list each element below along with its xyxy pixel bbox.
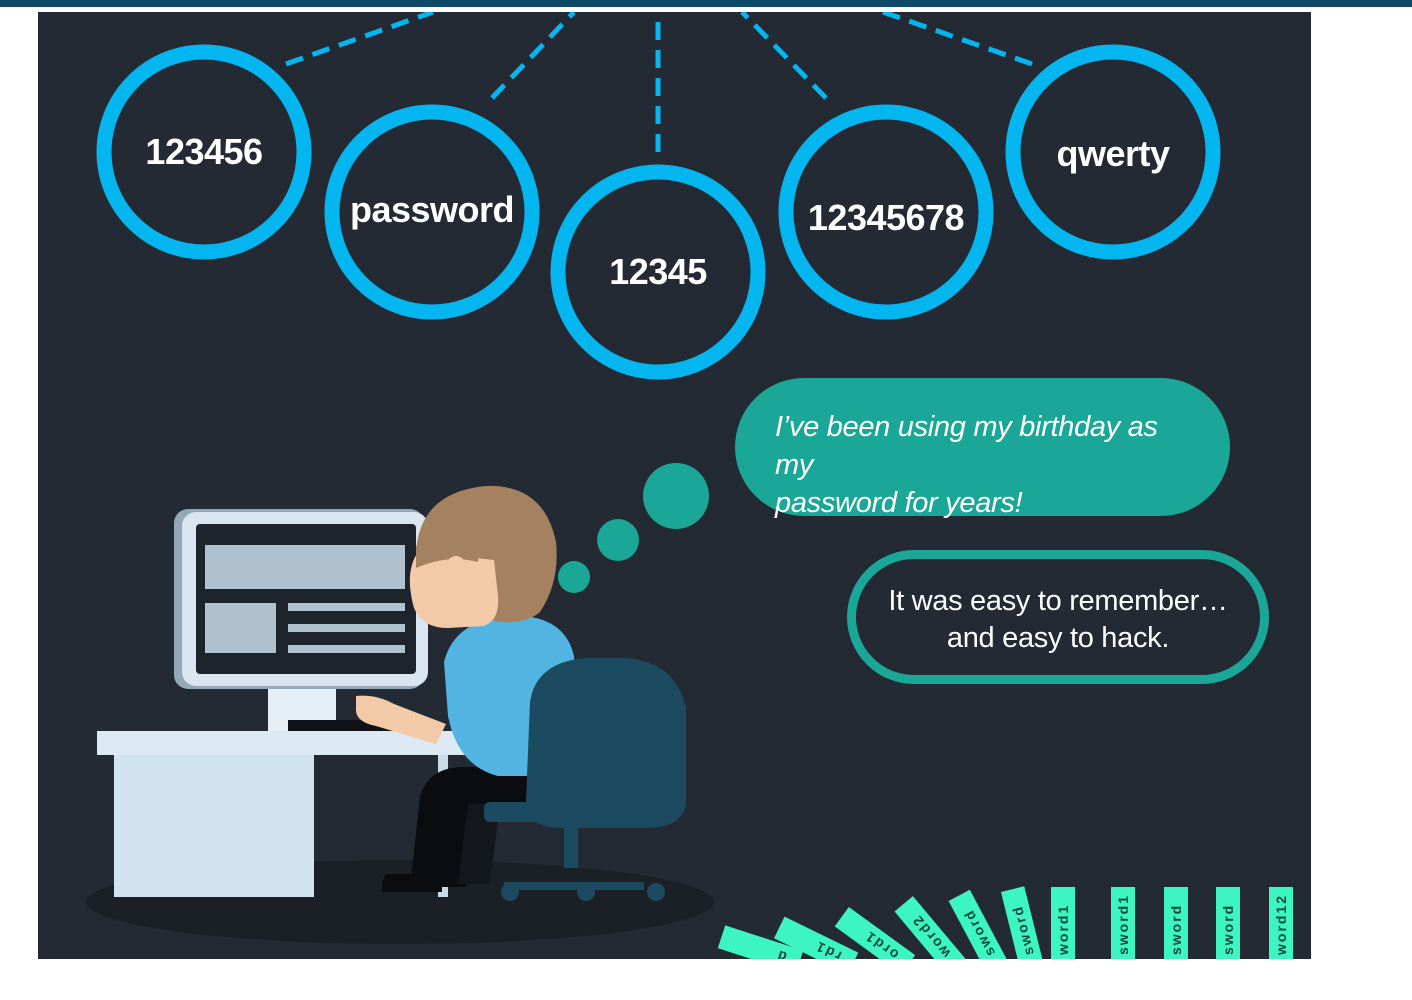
domino: word1 xyxy=(1051,887,1075,959)
thought-bubble: I’ve been using my birthday as my passwo… xyxy=(735,378,1230,519)
domino: sword xyxy=(1164,887,1188,959)
password-label: 12345678 xyxy=(807,197,965,238)
thought-text-line: password for years! xyxy=(775,487,1023,519)
connector-line xyxy=(740,12,828,100)
password-rings xyxy=(96,44,1221,380)
monitor xyxy=(174,509,428,731)
domino-label: sword1 xyxy=(1115,894,1131,955)
thought-text-line: I’ve been using my birthday as my xyxy=(775,411,1158,481)
top-bar xyxy=(0,0,1412,7)
domino-label: word1 xyxy=(1055,904,1071,956)
domino-label: word12 xyxy=(1273,894,1289,956)
password-label: password xyxy=(349,189,515,230)
password-label: 123456 xyxy=(145,131,263,172)
thought-dot xyxy=(558,561,590,593)
password-label: 12345 xyxy=(609,251,707,292)
caption-text-line: It was easy to remember… xyxy=(888,585,1228,617)
thought-dot xyxy=(643,463,709,529)
caption-text-line: and easy to hack. xyxy=(946,622,1170,654)
connector-line xyxy=(490,12,576,100)
connector-line xyxy=(285,12,434,67)
infographic-panel: d rd1 ord1 word2 sword sword word1 sword1 sword s… xyxy=(38,12,1311,959)
connector-lines xyxy=(285,12,1033,152)
domino: sword xyxy=(948,889,1009,959)
connector-line xyxy=(882,12,1033,67)
caption-bubble: It was easy to remember… and easy to hac… xyxy=(847,550,1269,684)
thought-dot xyxy=(597,519,639,561)
domino: word12 xyxy=(1269,887,1293,959)
domino: sword xyxy=(1216,887,1240,959)
domino-row: d rd1 ord1 word2 sword sword word1 sword1 sword s… xyxy=(717,886,1293,959)
domino-label: sword xyxy=(1168,904,1184,955)
domino: sword xyxy=(1000,886,1045,959)
domino: sword1 xyxy=(1111,887,1135,959)
domino-label: sword xyxy=(1220,904,1236,955)
password-label: qwerty xyxy=(1056,133,1170,174)
